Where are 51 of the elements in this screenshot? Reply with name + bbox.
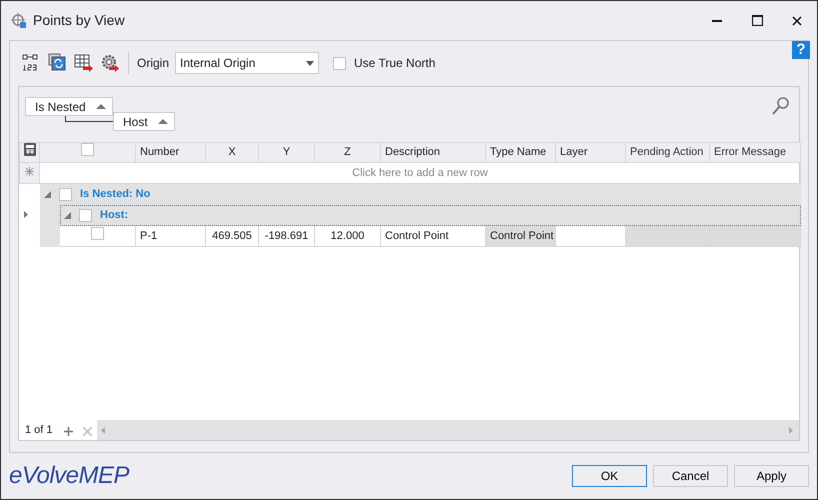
group-chip[interactable]: Host — [113, 112, 175, 131]
new-row-icon — [25, 166, 34, 176]
maximize-icon[interactable] — [752, 15, 762, 26]
column-header[interactable]: Pending Action — [626, 142, 710, 162]
column-header[interactable]: Number — [136, 142, 206, 162]
checkbox[interactable] — [81, 144, 94, 156]
column-header[interactable]: Z — [314, 142, 380, 162]
checkbox-label: Use True North — [354, 55, 436, 72]
column-header[interactable]: Layer — [556, 142, 626, 162]
search-icon[interactable] — [771, 96, 791, 116]
plus-icon[interactable] — [64, 426, 73, 436]
group-label: Is Nested: No — [80, 186, 150, 202]
checkbox[interactable] — [91, 226, 104, 240]
origin-label: Origin — [137, 55, 170, 72]
connector-line — [65, 116, 113, 122]
window-title: Points by View — [33, 11, 126, 30]
refresh-icon[interactable] — [48, 53, 68, 73]
caret-icon — [306, 60, 314, 66]
origin-dropdown[interactable]: Internal Origin — [175, 52, 320, 74]
column-header[interactable]: Type Name — [486, 142, 556, 162]
group-chip[interactable]: Is Nested — [25, 97, 113, 116]
help-button[interactable]: ? — [792, 41, 810, 59]
expander-icon[interactable] — [44, 190, 51, 198]
table-cell: 469.505 — [206, 226, 258, 246]
table-cell: P-1 — [136, 226, 206, 246]
table-cell: 12.000 — [314, 226, 380, 246]
dialog-button[interactable]: Cancel — [653, 465, 728, 487]
table-export-icon[interactable] — [74, 53, 94, 73]
column-header[interactable]: X — [206, 142, 258, 162]
gear-export-icon[interactable] — [100, 53, 120, 73]
close-icon[interactable] — [792, 16, 802, 26]
dialog-button[interactable]: Apply — [734, 465, 809, 487]
expander-icon[interactable] — [64, 212, 71, 218]
column-header[interactable]: Description — [380, 142, 486, 162]
table-cell: Control Point — [486, 226, 556, 246]
target-icon — [11, 12, 27, 28]
group-label: Host: — [100, 208, 128, 223]
row-pointer-icon — [24, 210, 28, 218]
page-indicator: 1 of 1 — [19, 420, 59, 440]
sort-arrow-icon — [96, 104, 106, 109]
table-cell: Control Point — [380, 226, 486, 246]
column-header[interactable]: Error Message — [710, 142, 800, 162]
checkbox[interactable] — [59, 188, 72, 200]
checkbox[interactable] — [79, 208, 92, 222]
column-chooser-icon[interactable] — [24, 144, 36, 156]
checkbox[interactable] — [333, 56, 346, 70]
logo: eVolveMEP — [9, 461, 130, 491]
dialog-button[interactable]: OK — [572, 465, 647, 487]
table-cell: -198.691 — [258, 226, 314, 246]
sort-arrow-icon — [158, 119, 168, 124]
column-header[interactable]: Y — [258, 142, 314, 162]
